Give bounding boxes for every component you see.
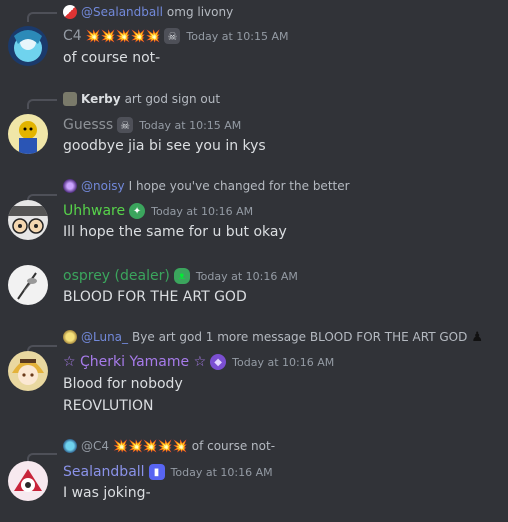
reply-author[interactable]: @noisy — [81, 179, 125, 193]
reply-author[interactable]: @Sealandball — [81, 5, 163, 19]
timestamp[interactable]: Today at 10:16 AM — [196, 270, 298, 283]
reply-avatar — [63, 179, 77, 193]
author-name[interactable]: Sealandball — [63, 464, 145, 480]
crystal-ball-icon: ◆ — [210, 354, 227, 370]
reply-avatar — [63, 92, 77, 106]
avatar[interactable] — [8, 26, 48, 66]
reply-text: I hope you've changed for the better — [128, 179, 350, 193]
timestamp[interactable]: Today at 10:15 AM — [139, 119, 241, 132]
timestamp[interactable]: Today at 10:16 AM — [151, 205, 253, 218]
message-line: of course not- — [63, 50, 161, 66]
avatar[interactable] — [8, 461, 48, 501]
avatar[interactable] — [8, 351, 48, 391]
reply-author[interactable]: Kerby — [81, 92, 121, 106]
reply-connector — [27, 99, 57, 109]
avatar[interactable] — [8, 114, 48, 154]
message-line: Ill hope the same for u but okay — [63, 224, 287, 240]
frog-icon: ᴥ — [173, 268, 190, 284]
reply-connector — [27, 12, 57, 22]
reply-preview[interactable]: @Sealandball omg livony — [63, 4, 233, 20]
reply-avatar — [63, 330, 77, 344]
reply-text: art god sign out — [124, 92, 221, 106]
timestamp[interactable]: Today at 10:16 AM — [171, 466, 273, 479]
message-line: REOVLUTION — [63, 398, 154, 414]
reply-author[interactable]: @C4 — [81, 439, 109, 453]
explosion-badges: 💥💥💥💥💥 — [113, 439, 188, 453]
sparkle-icon: ✦ — [129, 203, 146, 219]
reply-text: omg livony — [166, 5, 234, 19]
timestamp[interactable]: Today at 10:15 AM — [186, 30, 288, 43]
figure-icon: ♟ — [471, 329, 484, 345]
author-name[interactable]: Uhhware — [63, 203, 125, 219]
reply-preview[interactable]: @C4 💥💥💥💥💥 of course not- — [63, 438, 275, 454]
reply-text: Bye art god 1 more message BLOOD FOR THE… — [132, 330, 468, 344]
reply-preview[interactable]: @Luna_ Bye art god 1 more message BLOOD … — [63, 329, 483, 345]
phone-icon: ▮ — [148, 464, 165, 480]
reply-text: of course not- — [191, 439, 276, 453]
message-line: BLOOD FOR THE ART GOD — [63, 289, 247, 305]
reply-preview[interactable]: @noisy I hope you've changed for the bet… — [63, 178, 350, 194]
author-name[interactable]: C4 — [63, 28, 82, 44]
message-line: I was joking- — [63, 485, 151, 501]
author-name[interactable]: osprey (dealer) — [63, 268, 170, 284]
skull-icon: ☠ — [117, 117, 134, 133]
reply-preview[interactable]: Kerby art god sign out — [63, 91, 220, 107]
author-name[interactable]: Guesss — [63, 117, 113, 133]
skull-icon: ☠ — [164, 28, 181, 44]
avatar[interactable] — [8, 200, 48, 240]
message-line: goodbye jia bi see you in kys — [63, 138, 266, 154]
avatar[interactable] — [8, 265, 48, 305]
explosion-badges: 💥💥💥💥💥 — [85, 29, 161, 43]
reply-avatar — [63, 5, 77, 19]
reply-author[interactable]: @Luna_ — [81, 330, 128, 344]
timestamp[interactable]: Today at 10:16 AM — [232, 356, 334, 369]
reply-avatar — [63, 439, 77, 453]
author-name[interactable]: ☆ Çherki Yamame ☆ — [63, 354, 206, 370]
message-line: Blood for nobody — [63, 376, 183, 392]
